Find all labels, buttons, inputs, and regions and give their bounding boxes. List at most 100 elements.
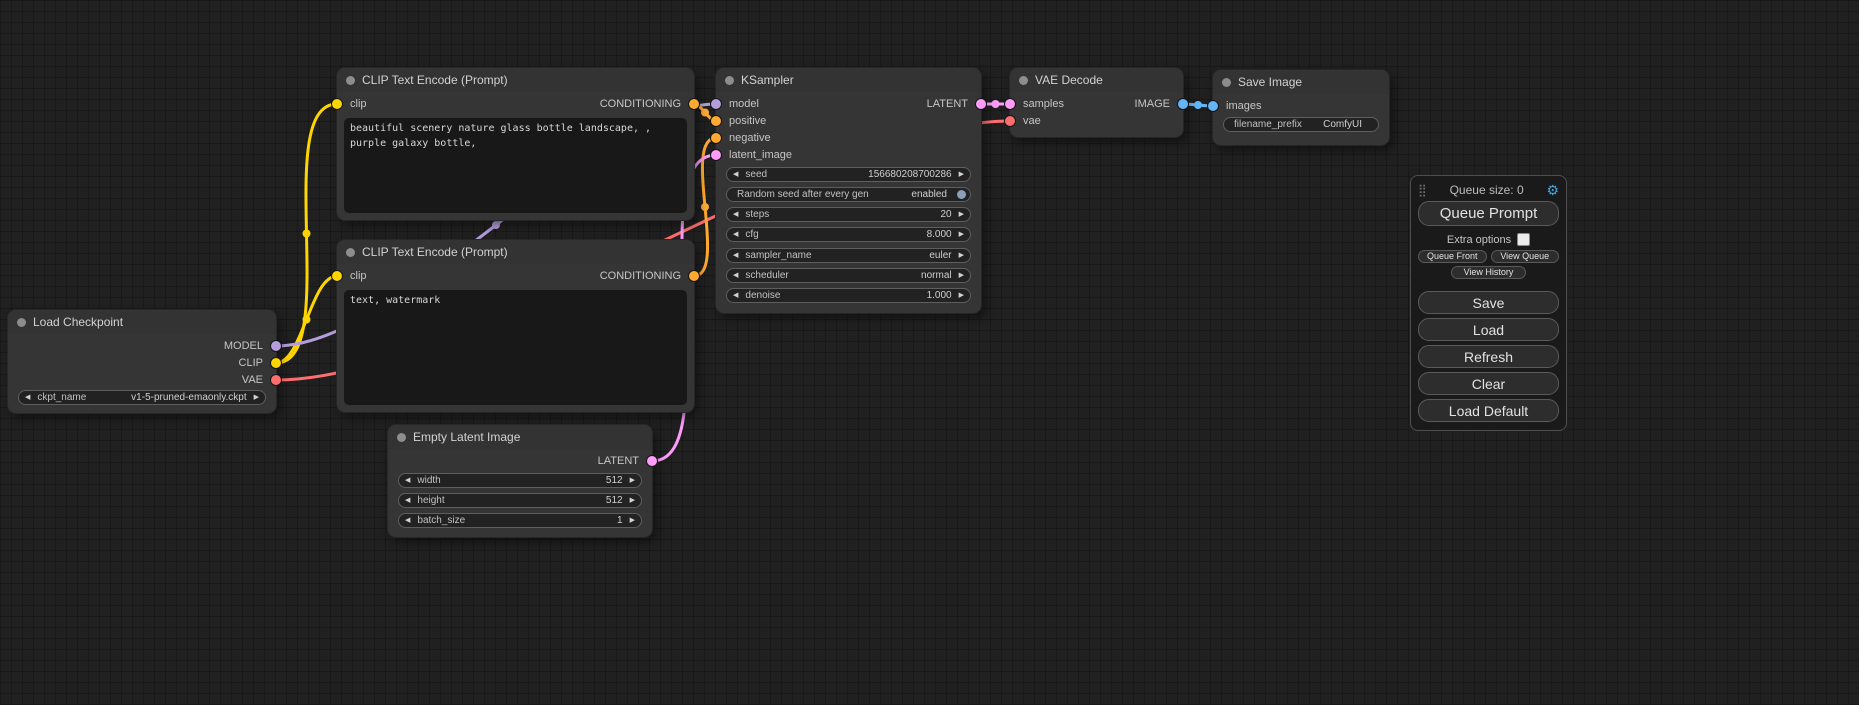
drag-handle-icon[interactable]: ⣿ xyxy=(1418,184,1427,196)
slot-vae-decode-in-samples[interactable] xyxy=(1004,98,1016,110)
slot-clip-negative-out-conditioning[interactable] xyxy=(688,270,700,282)
save-button[interactable]: Save xyxy=(1418,291,1559,314)
slot-ksampler-out-latent[interactable] xyxy=(975,98,987,110)
slot-clip-negative-in-clip[interactable] xyxy=(331,270,343,282)
settings-gear-icon[interactable]: ⚙ xyxy=(1546,183,1559,197)
slot-ksampler-in-latent-image[interactable] xyxy=(710,149,722,161)
output-label-image: IMAGE xyxy=(1135,97,1170,111)
output-label-model: MODEL xyxy=(224,339,263,353)
save-image-title-bar[interactable]: Save Image xyxy=(1213,70,1389,94)
node-title: KSampler xyxy=(741,73,794,87)
slot-load-checkpoint-out-model[interactable] xyxy=(270,340,282,352)
widget-increment-arrow-icon[interactable]: ▶ xyxy=(630,517,635,524)
widget-decrement-arrow-icon[interactable]: ◀ xyxy=(733,292,738,299)
node-title: CLIP Text Encode (Prompt) xyxy=(362,245,508,259)
widget-sampler-name[interactable]: ◀ sampler_name euler ▶ xyxy=(726,248,971,263)
collapse-dot[interactable] xyxy=(725,76,734,85)
widget-width[interactable]: ◀ width 512 ▶ xyxy=(398,473,642,488)
collapse-dot[interactable] xyxy=(1222,78,1231,87)
load-button[interactable]: Load xyxy=(1418,318,1559,341)
load-checkpoint-title-bar[interactable]: Load Checkpoint xyxy=(8,310,276,334)
input-label-images: images xyxy=(1226,99,1261,113)
widget-filename-prefix[interactable]: filename_prefix ComfyUI xyxy=(1223,117,1379,132)
widget-increment-arrow-icon[interactable]: ▶ xyxy=(959,211,964,218)
slot-save-image-in-images[interactable] xyxy=(1207,100,1219,112)
refresh-button[interactable]: Refresh xyxy=(1418,345,1559,368)
output-label-latent: LATENT xyxy=(598,454,639,468)
widget-label: batch_size xyxy=(417,515,465,526)
widget-seed[interactable]: ◀ seed 156680208700286 ▶ xyxy=(726,167,971,182)
widget-batch-size[interactable]: ◀ batch_size 1 ▶ xyxy=(398,513,642,528)
node-load-checkpoint[interactable]: Load Checkpoint MODEL CLIP VAE ◀ ckpt_na… xyxy=(8,310,276,413)
node-clip-text-encode-positive[interactable]: CLIP Text Encode (Prompt) clip CONDITION… xyxy=(337,68,694,220)
collapse-dot[interactable] xyxy=(397,433,406,442)
widget-increment-arrow-icon[interactable]: ▶ xyxy=(959,231,964,238)
slot-load-checkpoint-out-clip[interactable] xyxy=(270,357,282,369)
slot-clip-positive-in-clip[interactable] xyxy=(331,98,343,110)
slot-ksampler-in-model[interactable] xyxy=(710,98,722,110)
queue-front-button[interactable]: Queue Front xyxy=(1418,250,1487,263)
collapse-dot[interactable] xyxy=(346,248,355,257)
node-clip-text-encode-negative[interactable]: CLIP Text Encode (Prompt) clip CONDITION… xyxy=(337,240,694,412)
prompt-textarea[interactable]: beautiful scenery nature glass bottle la… xyxy=(344,118,687,213)
vae-decode-title-bar[interactable]: VAE Decode xyxy=(1010,68,1183,92)
widget-increment-arrow-icon[interactable]: ▶ xyxy=(959,171,964,178)
view-queue-button[interactable]: View Queue xyxy=(1491,250,1560,263)
clear-button[interactable]: Clear xyxy=(1418,372,1559,395)
widget-decrement-arrow-icon[interactable]: ◀ xyxy=(405,497,410,504)
extra-options-checkbox[interactable] xyxy=(1517,233,1530,246)
widget-value: 512 xyxy=(606,495,623,506)
widget-denoise[interactable]: ◀ denoise 1.000 ▶ xyxy=(726,288,971,303)
slot-ksampler-in-negative[interactable] xyxy=(710,132,722,144)
widget-decrement-arrow-icon[interactable]: ◀ xyxy=(733,171,738,178)
prompt-textarea[interactable]: text, watermark xyxy=(344,290,687,405)
widget-random-seed-toggle[interactable]: Random seed after every gen enabled xyxy=(726,187,971,202)
widget-cfg[interactable]: ◀ cfg 8.000 ▶ xyxy=(726,227,971,242)
input-label-clip: clip xyxy=(350,97,367,111)
load-default-button[interactable]: Load Default xyxy=(1418,399,1559,422)
slot-vae-decode-out-image[interactable] xyxy=(1177,98,1189,110)
widget-increment-arrow-icon[interactable]: ▶ xyxy=(630,497,635,504)
widget-increment-arrow-icon[interactable]: ▶ xyxy=(630,477,635,484)
node-vae-decode[interactable]: VAE Decode samples vae IMAGE xyxy=(1010,68,1183,137)
widget-increment-arrow-icon[interactable]: ▶ xyxy=(254,394,259,401)
widget-increment-arrow-icon[interactable]: ▶ xyxy=(959,272,964,279)
view-history-button[interactable]: View History xyxy=(1451,266,1527,279)
clip-text-encode-title-bar[interactable]: CLIP Text Encode (Prompt) xyxy=(337,240,694,264)
slot-vae-decode-in-vae[interactable] xyxy=(1004,115,1016,127)
widget-steps[interactable]: ◀ steps 20 ▶ xyxy=(726,207,971,222)
node-empty-latent-image[interactable]: Empty Latent Image LATENT ◀ width 512 ▶ … xyxy=(388,425,652,537)
slot-load-checkpoint-out-vae[interactable] xyxy=(270,374,282,386)
widget-decrement-arrow-icon[interactable]: ◀ xyxy=(733,211,738,218)
collapse-dot[interactable] xyxy=(346,76,355,85)
queue-panel[interactable]: ⣿ Queue size: 0 ⚙ Queue Prompt Extra opt… xyxy=(1410,175,1567,431)
collapse-dot[interactable] xyxy=(17,318,26,327)
widget-increment-arrow-icon[interactable]: ▶ xyxy=(959,292,964,299)
widget-decrement-arrow-icon[interactable]: ◀ xyxy=(405,477,410,484)
clip-text-encode-title-bar[interactable]: CLIP Text Encode (Prompt) xyxy=(337,68,694,92)
node-title: VAE Decode xyxy=(1035,73,1103,87)
slot-ksampler-in-positive[interactable] xyxy=(710,115,722,127)
widget-height[interactable]: ◀ height 512 ▶ xyxy=(398,493,642,508)
widget-scheduler[interactable]: ◀ scheduler normal ▶ xyxy=(726,268,971,283)
queue-prompt-button[interactable]: Queue Prompt xyxy=(1418,201,1559,226)
widget-decrement-arrow-icon[interactable]: ◀ xyxy=(25,394,30,401)
node-ksampler[interactable]: KSampler model positive negative latent_… xyxy=(716,68,981,313)
widget-label: cfg xyxy=(745,229,758,240)
widget-decrement-arrow-icon[interactable]: ◀ xyxy=(733,252,738,259)
empty-latent-title-bar[interactable]: Empty Latent Image xyxy=(388,425,652,449)
widget-increment-arrow-icon[interactable]: ▶ xyxy=(959,252,964,259)
toggle-dot-icon[interactable] xyxy=(957,190,966,199)
slot-clip-positive-out-conditioning[interactable] xyxy=(688,98,700,110)
widget-decrement-arrow-icon[interactable]: ◀ xyxy=(733,272,738,279)
graph-canvas[interactable]: { "queue_panel": { "queue_size": "Queue … xyxy=(0,0,1859,705)
ksampler-title-bar[interactable]: KSampler xyxy=(716,68,981,92)
slot-empty-latent-out-latent[interactable] xyxy=(646,455,658,467)
collapse-dot[interactable] xyxy=(1019,76,1028,85)
widget-label: filename_prefix xyxy=(1234,119,1302,130)
widget-value: v1-5-pruned-emaonly.ckpt xyxy=(131,392,246,403)
node-save-image[interactable]: Save Image images filename_prefix ComfyU… xyxy=(1213,70,1389,145)
widget-decrement-arrow-icon[interactable]: ◀ xyxy=(733,231,738,238)
widget-decrement-arrow-icon[interactable]: ◀ xyxy=(405,517,410,524)
widget-ckpt-name[interactable]: ◀ ckpt_name v1-5-pruned-emaonly.ckpt ▶ xyxy=(18,390,266,405)
